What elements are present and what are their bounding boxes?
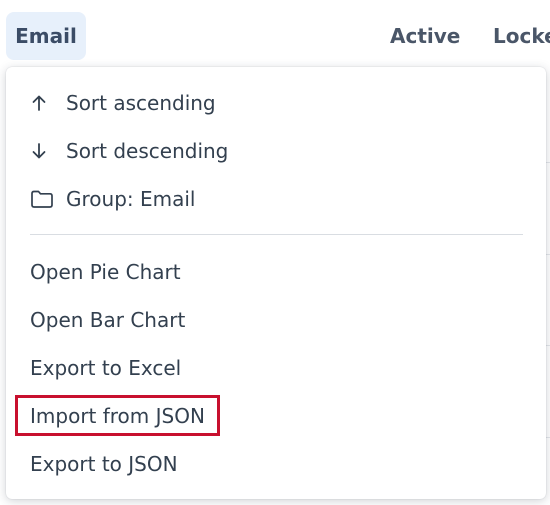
menu-item-export-to-json[interactable]: Export to JSON bbox=[6, 440, 546, 488]
column-header-locked[interactable]: Locked bbox=[493, 12, 550, 60]
menu-item-label: Export to Excel bbox=[30, 356, 182, 380]
menu-item-import-from-json[interactable]: Import from JSON bbox=[6, 392, 546, 440]
menu-item-export-to-excel[interactable]: Export to Excel bbox=[6, 344, 546, 392]
menu-item-group-by-email[interactable]: Group: Email bbox=[6, 175, 546, 223]
menu-item-label: Sort descending bbox=[66, 139, 229, 163]
column-header-email[interactable]: Email bbox=[6, 12, 86, 60]
menu-item-label: Open Pie Chart bbox=[30, 260, 181, 284]
table-header-row: Email Active Locked bbox=[0, 0, 550, 72]
grid-with-column-menu: Email Active Locked Sort ascending Sort … bbox=[0, 0, 550, 505]
menu-item-label: Group: Email bbox=[66, 187, 196, 211]
menu-item-open-bar-chart[interactable]: Open Bar Chart bbox=[6, 296, 546, 344]
column-header-active[interactable]: Active bbox=[390, 12, 460, 60]
menu-item-open-pie-chart[interactable]: Open Pie Chart bbox=[6, 248, 546, 296]
menu-divider bbox=[30, 234, 523, 235]
menu-item-label: Import from JSON bbox=[30, 404, 205, 428]
menu-item-label: Open Bar Chart bbox=[30, 308, 186, 332]
menu-item-label: Sort ascending bbox=[66, 91, 216, 115]
arrow-down-icon bbox=[30, 142, 66, 160]
folder-icon bbox=[30, 189, 66, 209]
column-context-menu: Sort ascending Sort descending Group: Em… bbox=[6, 67, 546, 499]
arrow-up-icon bbox=[30, 94, 66, 112]
menu-item-label: Export to JSON bbox=[30, 452, 178, 476]
menu-item-sort-descending[interactable]: Sort descending bbox=[6, 127, 546, 175]
menu-item-sort-ascending[interactable]: Sort ascending bbox=[6, 79, 546, 127]
